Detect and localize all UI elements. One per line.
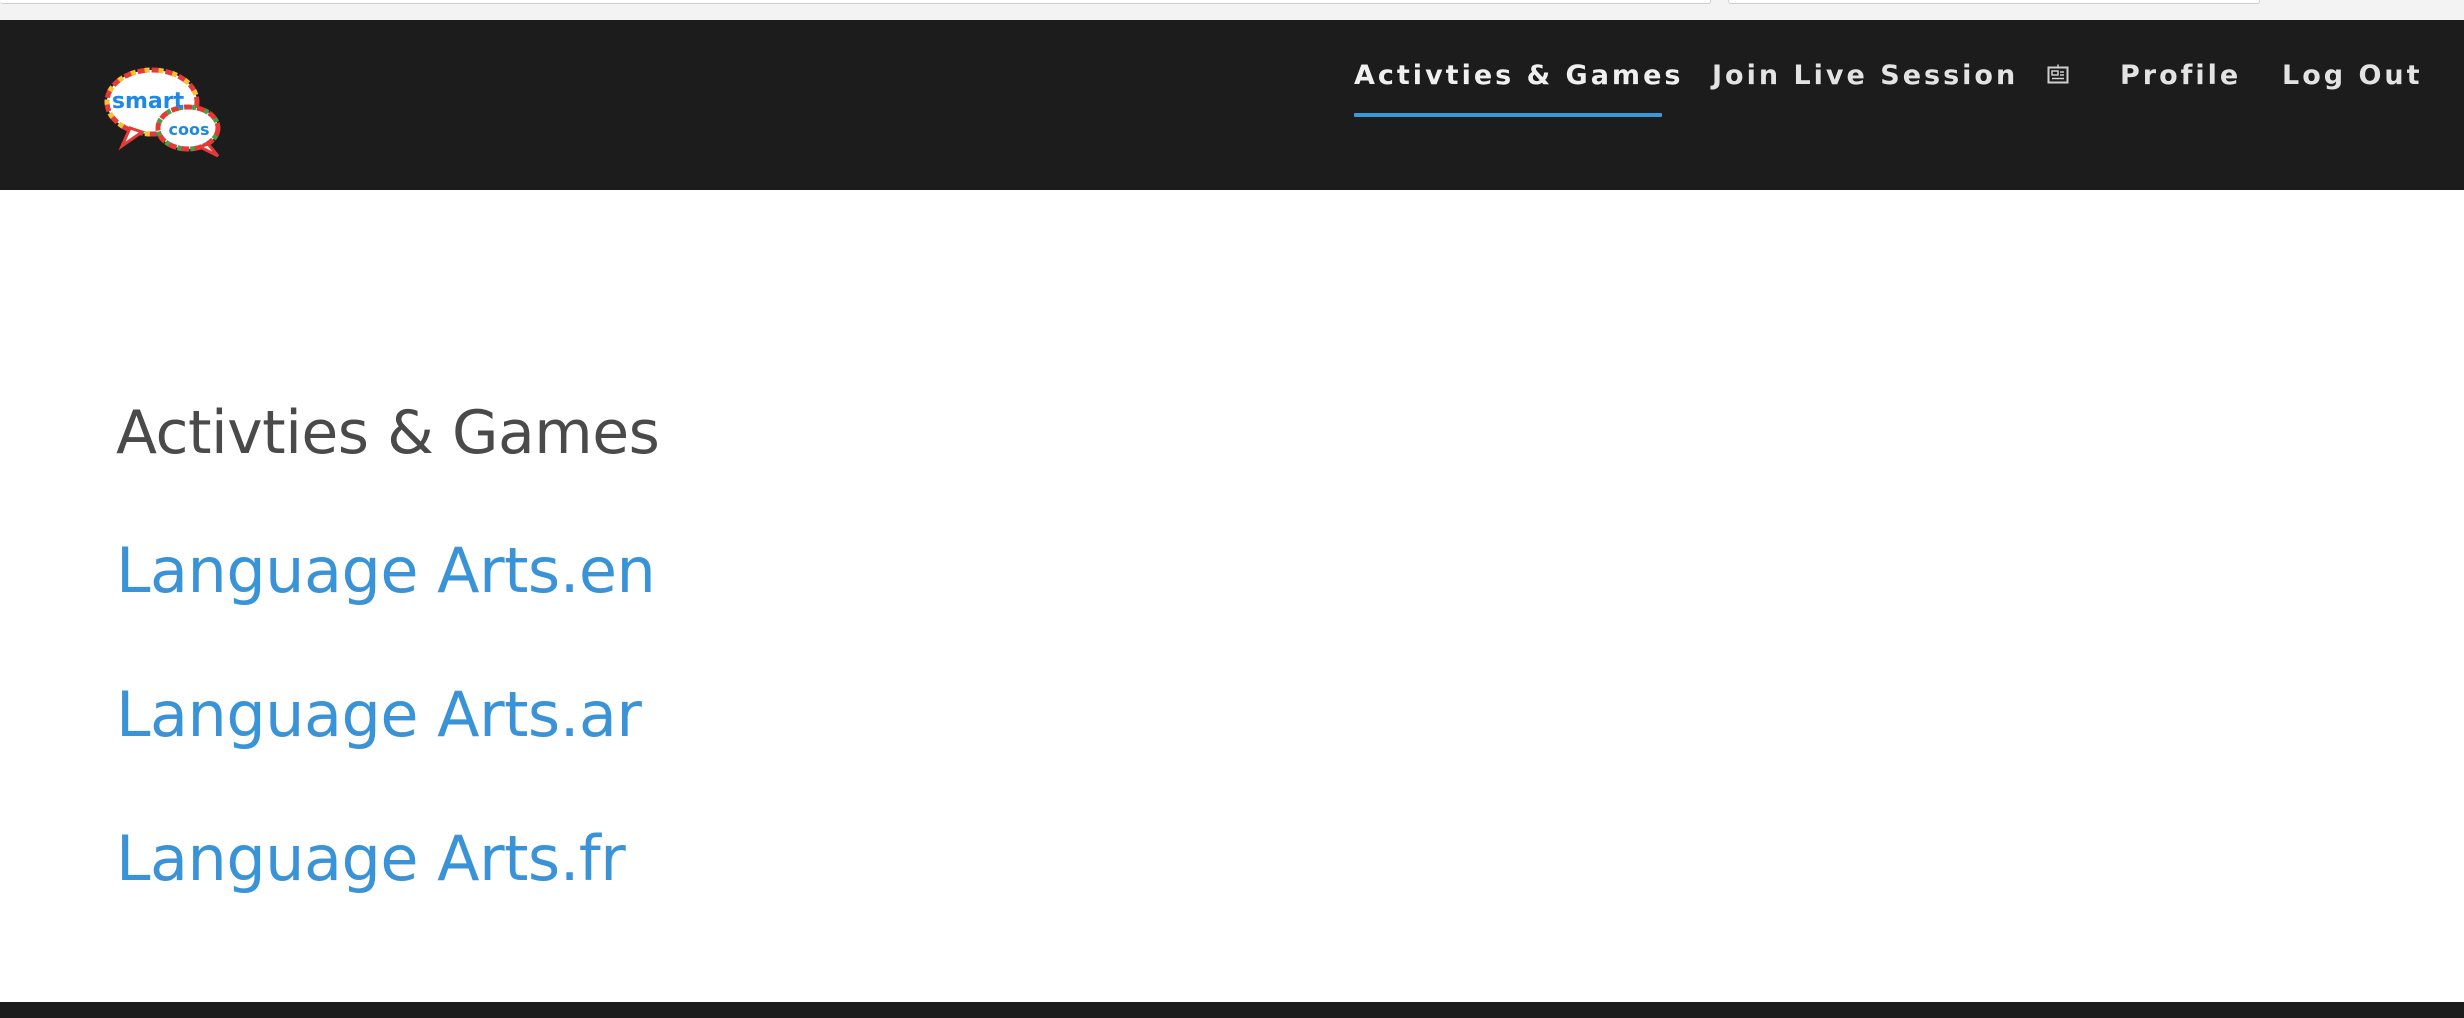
nav-join-live-session[interactable]: Join Live Session [1712, 60, 2069, 91]
nav-log-out[interactable]: Log Out [2282, 60, 2423, 91]
browser-chrome-strip [0, 0, 2464, 21]
page-title: Activties & Games [116, 398, 660, 468]
nav-activities-games[interactable]: Activties & Games [1354, 60, 1683, 91]
course-link-language-arts-en[interactable]: Language Arts.en [116, 534, 656, 607]
nav-profile[interactable]: Profile [2120, 60, 2241, 91]
nav-join-label: Join Live Session [1712, 60, 2019, 91]
smartcoos-logo[interactable]: smart coos [104, 66, 222, 158]
nav-active-underline [1354, 113, 1662, 117]
browser-search-bar[interactable] [1728, 0, 2260, 4]
top-navbar: smart coos Activties & Games Join Live S… [0, 20, 2464, 190]
logo-text-smart: smart [112, 89, 185, 114]
live-session-icon [2047, 62, 2069, 84]
course-link-language-arts-fr[interactable]: Language Arts.fr [116, 822, 626, 895]
logo-text-coos: coos [169, 120, 210, 139]
footer-bar [0, 1002, 2464, 1018]
nav-logout-label: Log Out [2282, 60, 2423, 91]
logo-graphic: smart coos [104, 67, 221, 158]
browser-address-bar[interactable] [0, 0, 1711, 4]
nav-profile-label: Profile [2120, 60, 2242, 91]
course-link-language-arts-ar[interactable]: Language Arts.ar [116, 678, 642, 751]
nav-activities-label: Activties & Games [1354, 60, 1684, 91]
